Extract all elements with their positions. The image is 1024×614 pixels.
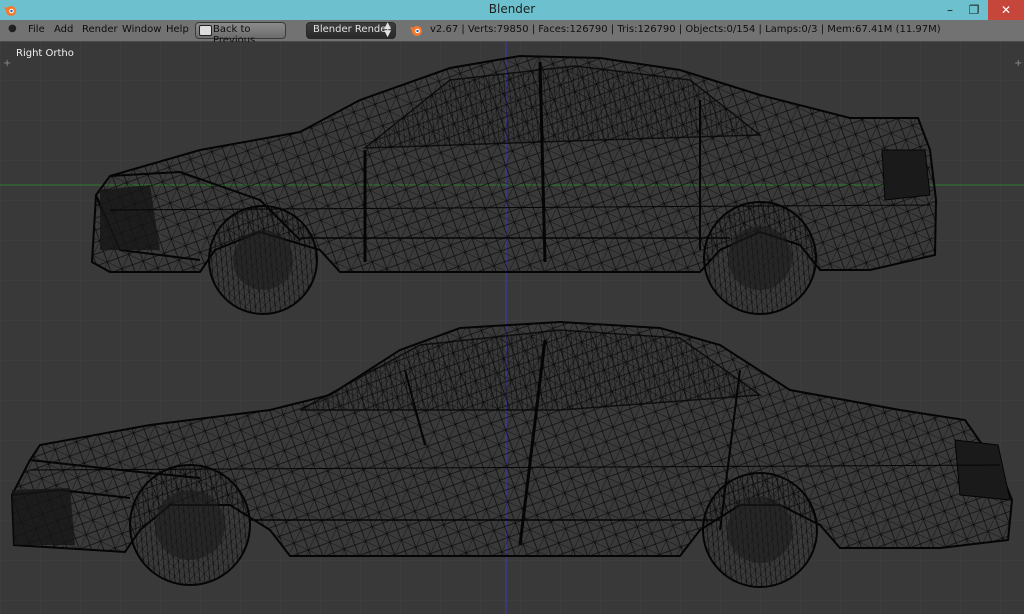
menu-window[interactable]: Window: [122, 24, 161, 35]
menu-add[interactable]: Add: [54, 24, 73, 35]
restore-icon[interactable]: ❐: [962, 0, 986, 20]
screen-icon: [199, 25, 212, 36]
render-engine-select[interactable]: Blender Render ▲ ▼: [306, 22, 396, 39]
properties-toggle-icon[interactable]: +: [1014, 58, 1022, 69]
scene-stats: v2.67 | Verts:79850 | Faces:126790 | Tri…: [430, 24, 941, 35]
title-bar: Blender – ❐ ✕: [0, 0, 1024, 20]
close-icon[interactable]: ✕: [988, 0, 1024, 20]
window-title: Blender: [488, 2, 536, 16]
toolshelf-toggle-icon[interactable]: +: [3, 58, 11, 69]
render-engine-label: Blender Render: [313, 24, 391, 35]
back-to-previous-button[interactable]: Back to Previous: [195, 22, 286, 46]
editor-type-icon[interactable]: ●: [8, 23, 17, 34]
blender-logo-icon: [410, 26, 422, 36]
menu-file[interactable]: File: [28, 24, 45, 35]
minimize-icon[interactable]: –: [938, 0, 962, 20]
info-header: ● File Add Render Window Help Back to Pr…: [0, 20, 1024, 46]
dropdown-arrows-icon: ▲ ▼: [384, 21, 391, 39]
3d-viewport[interactable]: [0, 42, 1024, 614]
menu-help[interactable]: Help: [166, 24, 189, 35]
menu-render[interactable]: Render: [82, 24, 118, 35]
view-label: Right Ortho: [16, 48, 74, 59]
